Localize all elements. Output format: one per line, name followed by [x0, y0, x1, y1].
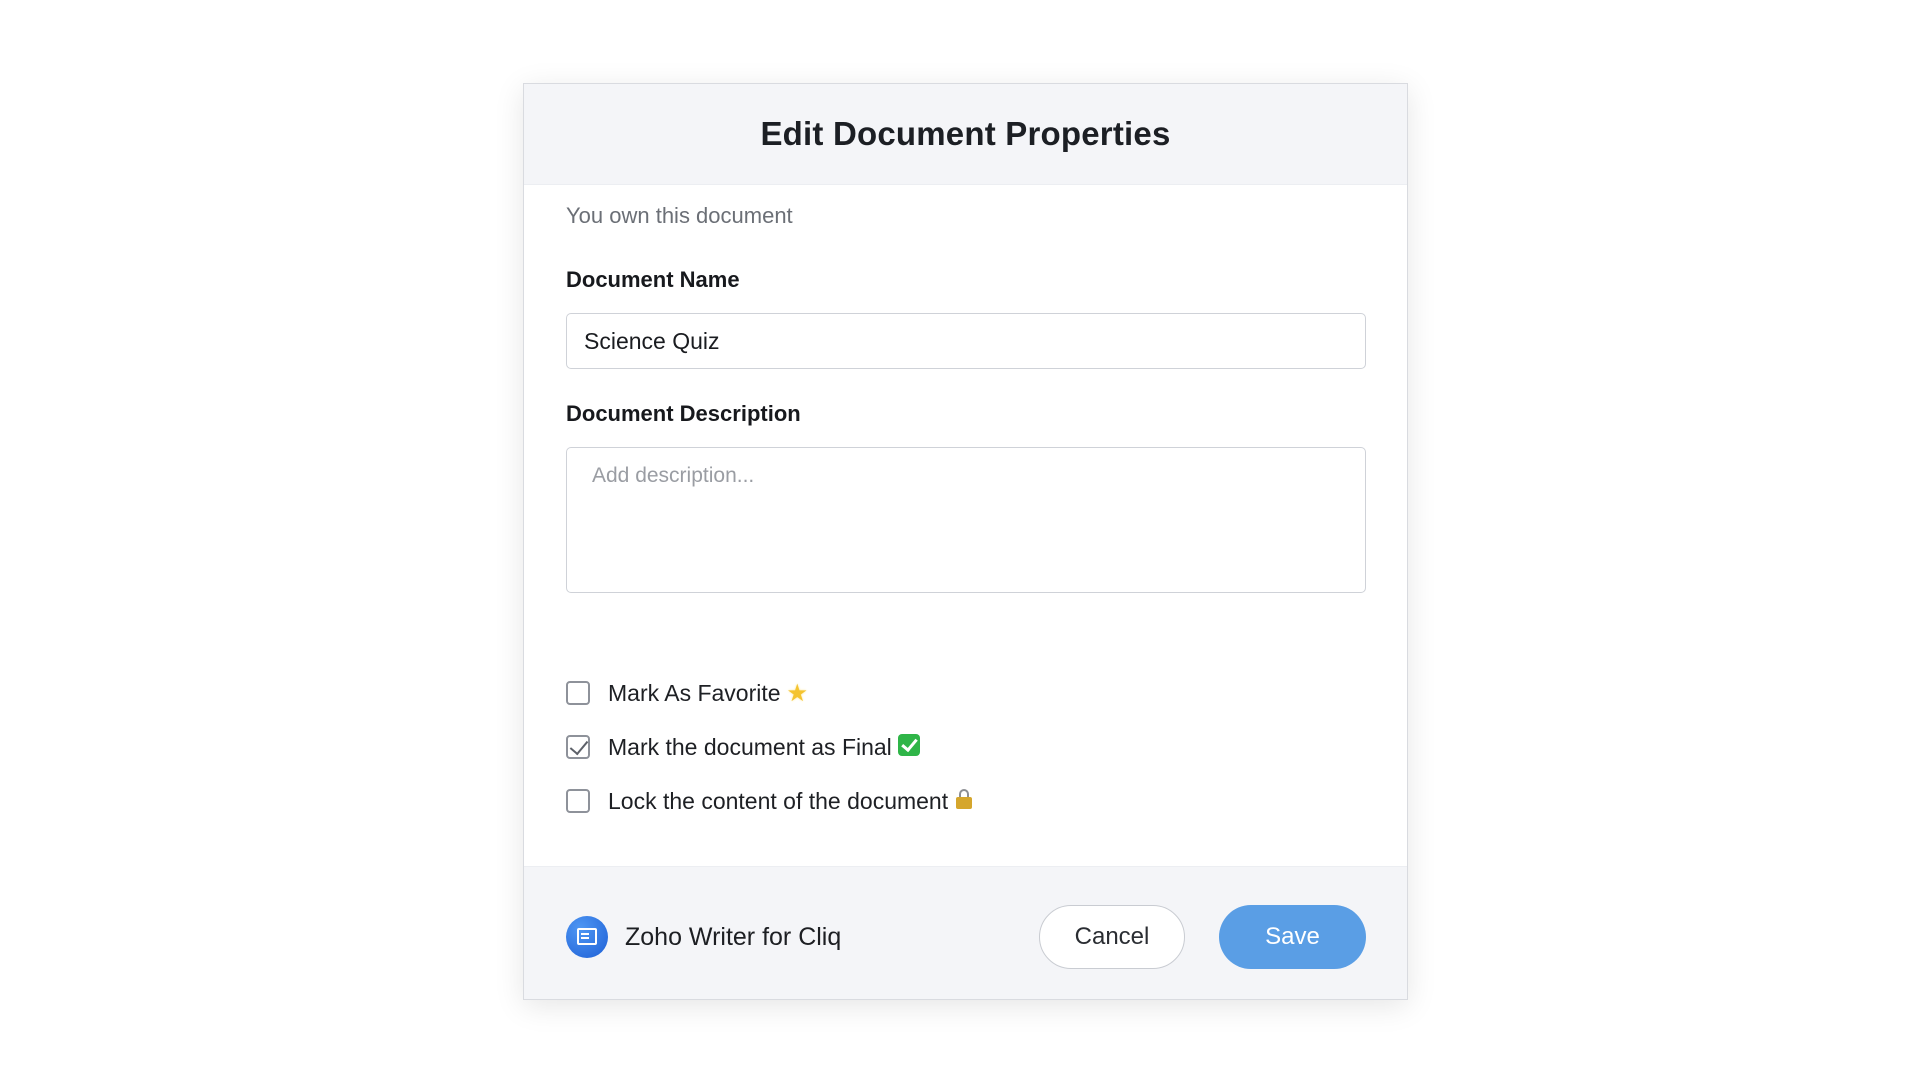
- dialog-body: You own this document Document Name Docu…: [524, 185, 1407, 948]
- dialog-title: Edit Document Properties: [760, 115, 1171, 152]
- document-description-textarea[interactable]: [566, 447, 1366, 593]
- document-name-input[interactable]: [566, 313, 1366, 369]
- check-mark-button-icon: [897, 734, 920, 756]
- brand: Zoho Writer for Cliq: [566, 916, 841, 958]
- option-mark-favorite[interactable]: Mark As Favorite ★: [566, 678, 808, 708]
- star-icon: ★: [786, 679, 809, 707]
- lock-label[interactable]: Lock the content of the document: [608, 788, 948, 815]
- final-checkbox[interactable]: [566, 735, 590, 759]
- option-mark-final[interactable]: Mark the document as Final: [566, 732, 920, 762]
- document-name-label: Document Name: [566, 267, 740, 292]
- document-description-label: Document Description: [566, 401, 801, 426]
- edit-properties-dialog: Edit Document Properties You own this do…: [523, 83, 1408, 1000]
- zoho-writer-logo-icon: [566, 916, 608, 958]
- favorite-label[interactable]: Mark As Favorite: [608, 680, 781, 707]
- lock-checkbox[interactable]: [566, 789, 590, 813]
- owner-note: You own this document: [566, 203, 793, 228]
- brand-name: Zoho Writer for Cliq: [625, 922, 842, 951]
- option-lock-content[interactable]: Lock the content of the document: [566, 786, 973, 816]
- dialog-footer: Zoho Writer for Cliq Cancel Save: [524, 866, 1407, 999]
- save-button[interactable]: Save: [1219, 905, 1366, 969]
- dialog-header: Edit Document Properties: [524, 84, 1407, 185]
- cancel-button[interactable]: Cancel: [1039, 905, 1185, 969]
- final-label[interactable]: Mark the document as Final: [608, 734, 892, 761]
- lock-icon: [956, 789, 973, 809]
- favorite-checkbox[interactable]: [566, 681, 590, 705]
